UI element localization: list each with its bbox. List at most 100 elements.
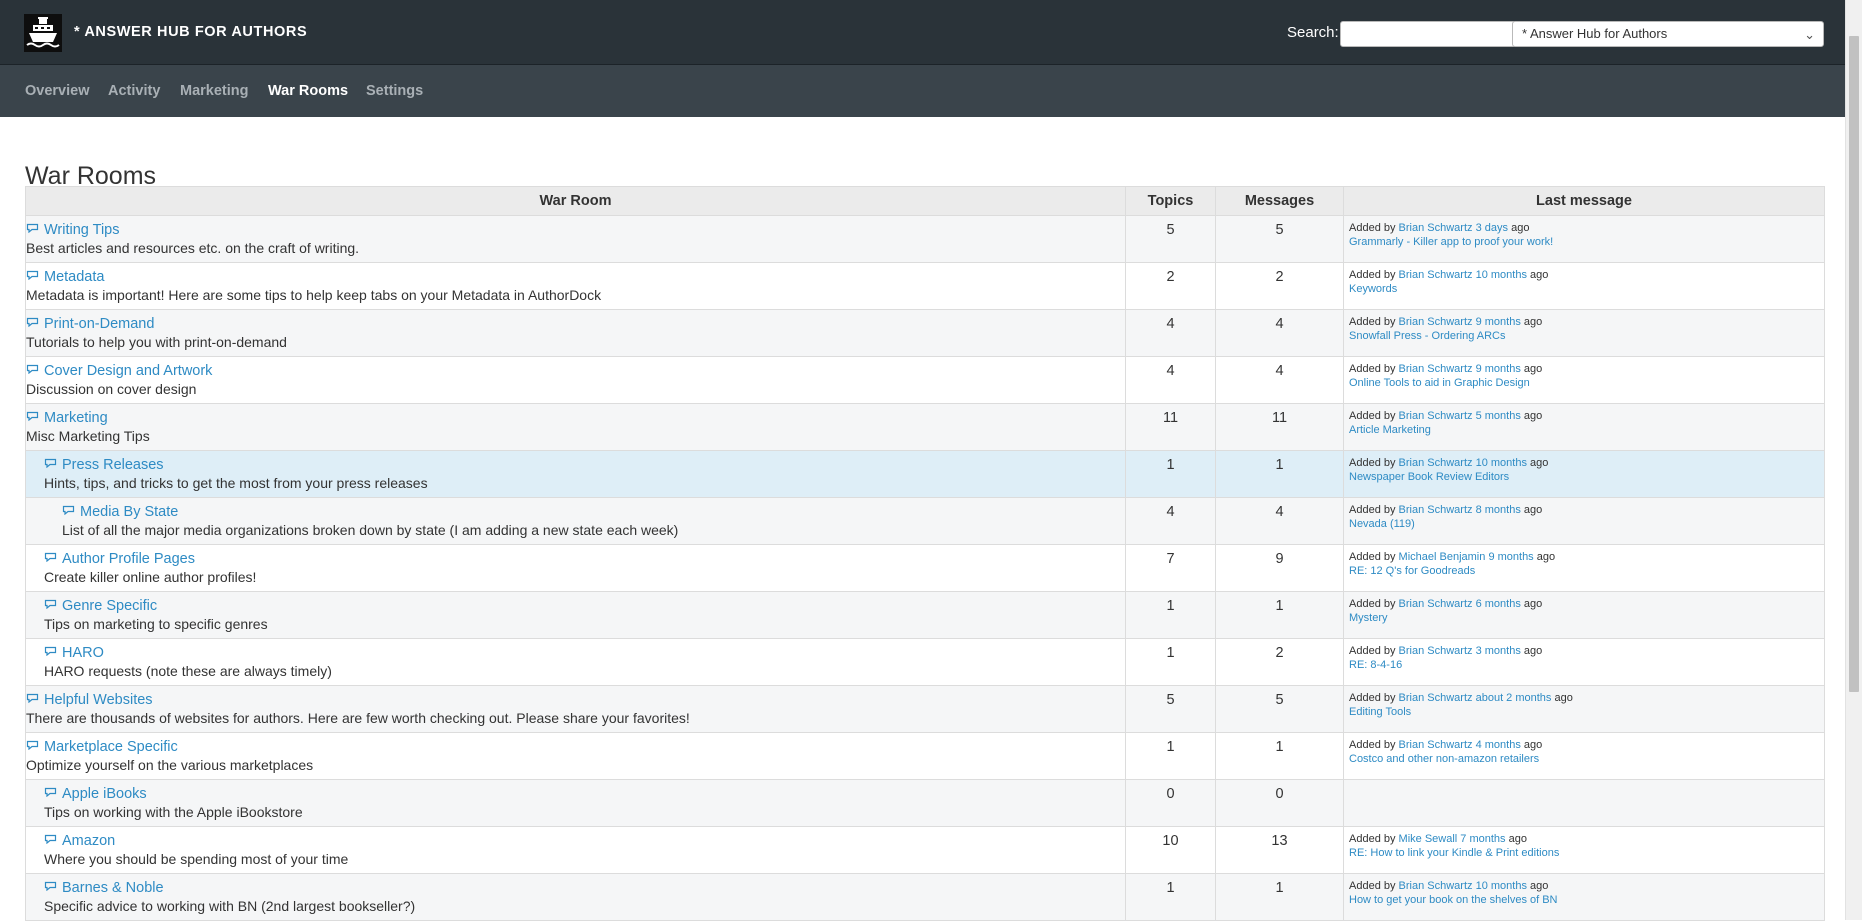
nav-item-marketing[interactable]: Marketing (180, 83, 249, 99)
war-room-cell: Print-on-Demand Tutorials to help you wi… (25, 309, 1126, 357)
war-room-name[interactable]: Print-on-Demand (44, 316, 154, 332)
author-link[interactable]: Brian Schwartz (1399, 504, 1473, 516)
war-room-link[interactable]: Apple iBooks (44, 785, 1125, 802)
topics-cell: 4 (1125, 356, 1216, 404)
ship-icon[interactable] (24, 14, 62, 52)
war-room-name[interactable]: Metadata (44, 269, 104, 285)
author-link[interactable]: Mike Sewall (1399, 833, 1458, 845)
last-message-title[interactable]: Article Marketing (1349, 424, 1824, 436)
nav-item-settings[interactable]: Settings (366, 83, 423, 99)
nav-item-war-rooms[interactable]: War Rooms (268, 83, 348, 99)
time-link[interactable]: 3 months (1476, 645, 1521, 657)
nav-item-activity[interactable]: Activity (108, 83, 160, 99)
scrollbar-thumb[interactable] (1849, 36, 1859, 692)
comment-bubble-icon (26, 738, 39, 751)
war-room-cell: Writing Tips Best articles and resources… (25, 215, 1126, 263)
last-message-title[interactable]: Snowfall Press - Ordering ARCs (1349, 330, 1824, 342)
author-link[interactable]: Brian Schwartz (1399, 457, 1473, 469)
comment-bubble-icon (44, 879, 57, 892)
author-link[interactable]: Brian Schwartz (1399, 316, 1473, 328)
war-room-link[interactable]: Barnes & Noble (44, 879, 1125, 896)
last-message-title[interactable]: Nevada (119) (1349, 518, 1824, 530)
war-room-name[interactable]: Cover Design and Artwork (44, 363, 212, 379)
war-room-link[interactable]: Media By State (62, 503, 1125, 520)
app-title[interactable]: * ANSWER HUB FOR AUTHORS (74, 24, 307, 40)
added-by-label: Added by (1349, 410, 1396, 422)
ago-label: ago (1511, 222, 1530, 234)
war-room-name[interactable]: HARO (62, 645, 104, 661)
author-link[interactable]: Brian Schwartz (1399, 269, 1473, 281)
last-message-title[interactable]: RE: 8-4-16 (1349, 659, 1824, 671)
last-message-title[interactable]: Grammarly - Killer app to proof your wor… (1349, 236, 1824, 248)
war-room-name[interactable]: Marketplace Specific (44, 739, 178, 755)
author-link[interactable]: Brian Schwartz (1399, 410, 1473, 422)
time-link[interactable]: 3 days (1476, 222, 1508, 234)
time-link[interactable]: 8 months (1476, 504, 1521, 516)
war-room-link[interactable]: Writing Tips (26, 221, 1125, 238)
author-link[interactable]: Brian Schwartz (1399, 739, 1473, 751)
last-message-title[interactable]: Editing Tools (1349, 706, 1824, 718)
time-link[interactable]: about 2 months (1476, 692, 1552, 704)
war-room-link[interactable]: Print-on-Demand (26, 315, 1125, 332)
war-room-link[interactable]: Metadata (26, 268, 1125, 285)
war-room-link[interactable]: Genre Specific (44, 597, 1125, 614)
author-link[interactable]: Brian Schwartz (1399, 598, 1473, 610)
last-message-title[interactable]: Mystery (1349, 612, 1824, 624)
last-message-title[interactable]: How to get your book on the shelves of B… (1349, 894, 1824, 906)
war-room-link[interactable]: Author Profile Pages (44, 550, 1125, 567)
war-room-link[interactable]: Helpful Websites (26, 691, 1125, 708)
time-link[interactable]: 10 months (1476, 880, 1527, 892)
author-link[interactable]: Brian Schwartz (1399, 222, 1473, 234)
time-link[interactable]: 6 months (1476, 598, 1521, 610)
search-input[interactable] (1340, 21, 1516, 47)
last-message-title[interactable]: Online Tools to aid in Graphic Design (1349, 377, 1824, 389)
topics-count: 7 (1166, 551, 1175, 567)
war-room-cell: Marketing Misc Marketing Tips (25, 403, 1126, 451)
time-link[interactable]: 10 months (1476, 457, 1527, 469)
war-room-link[interactable]: Press Releases (44, 456, 1125, 473)
war-room-name[interactable]: Media By State (80, 504, 178, 520)
war-room-name[interactable]: Genre Specific (62, 598, 157, 614)
scope-select[interactable]: * Answer Hub for Authors ⌄ (1512, 21, 1824, 47)
author-link[interactable]: Brian Schwartz (1399, 645, 1473, 657)
war-room-link[interactable]: Marketplace Specific (26, 738, 1125, 755)
last-message-title[interactable]: Newspaper Book Review Editors (1349, 471, 1824, 483)
war-room-name[interactable]: Helpful Websites (44, 692, 153, 708)
messages-count: 4 (1275, 363, 1284, 379)
war-room-name[interactable]: Amazon (62, 833, 115, 849)
last-message-title[interactable]: Costco and other non-amazon retailers (1349, 753, 1824, 765)
time-link[interactable]: 5 months (1476, 410, 1521, 422)
time-link[interactable]: 9 months (1476, 363, 1521, 375)
time-link[interactable]: 7 months (1460, 833, 1505, 845)
topics-count: 10 (1162, 833, 1179, 849)
nav-item-overview[interactable]: Overview (25, 83, 90, 99)
war-room-name[interactable]: Marketing (44, 410, 108, 426)
war-room-link[interactable]: Amazon (44, 832, 1125, 849)
war-room-name[interactable]: Barnes & Noble (62, 880, 164, 896)
time-link[interactable]: 4 months (1476, 739, 1521, 751)
last-message-title[interactable]: Keywords (1349, 283, 1824, 295)
comment-bubble-icon (26, 315, 39, 328)
war-room-description: Metadata is important! Here are some tip… (26, 287, 602, 303)
war-room-name[interactable]: Author Profile Pages (62, 551, 195, 567)
war-room-link[interactable]: Marketing (26, 409, 1125, 426)
war-room-name[interactable]: Press Releases (62, 457, 164, 473)
time-link[interactable]: 10 months (1476, 269, 1527, 281)
time-link[interactable]: 9 months (1488, 551, 1533, 563)
author-link[interactable]: Brian Schwartz (1399, 692, 1473, 704)
author-link[interactable]: Brian Schwartz (1399, 363, 1473, 375)
author-link[interactable]: Michael Benjamin (1399, 551, 1486, 563)
war-room-name[interactable]: Apple iBooks (62, 786, 147, 802)
topics-count: 2 (1166, 269, 1175, 285)
war-room-name[interactable]: Writing Tips (44, 222, 119, 238)
table-row: Marketing Misc Marketing Tips 11 11 Adde… (25, 403, 1825, 451)
war-room-link[interactable]: Cover Design and Artwork (26, 362, 1125, 379)
last-message-title[interactable]: RE: 12 Q's for Goodreads (1349, 565, 1824, 577)
table-row: Apple iBooks Tips on working with the Ap… (25, 779, 1825, 827)
last-message-title[interactable]: RE: How to link your Kindle & Print edit… (1349, 847, 1824, 859)
author-link[interactable]: Brian Schwartz (1399, 880, 1473, 892)
time-link[interactable]: 9 months (1476, 316, 1521, 328)
vertical-scrollbar[interactable] (1845, 0, 1862, 920)
added-by-label: Added by (1349, 363, 1396, 375)
war-room-link[interactable]: HARO (44, 644, 1125, 661)
